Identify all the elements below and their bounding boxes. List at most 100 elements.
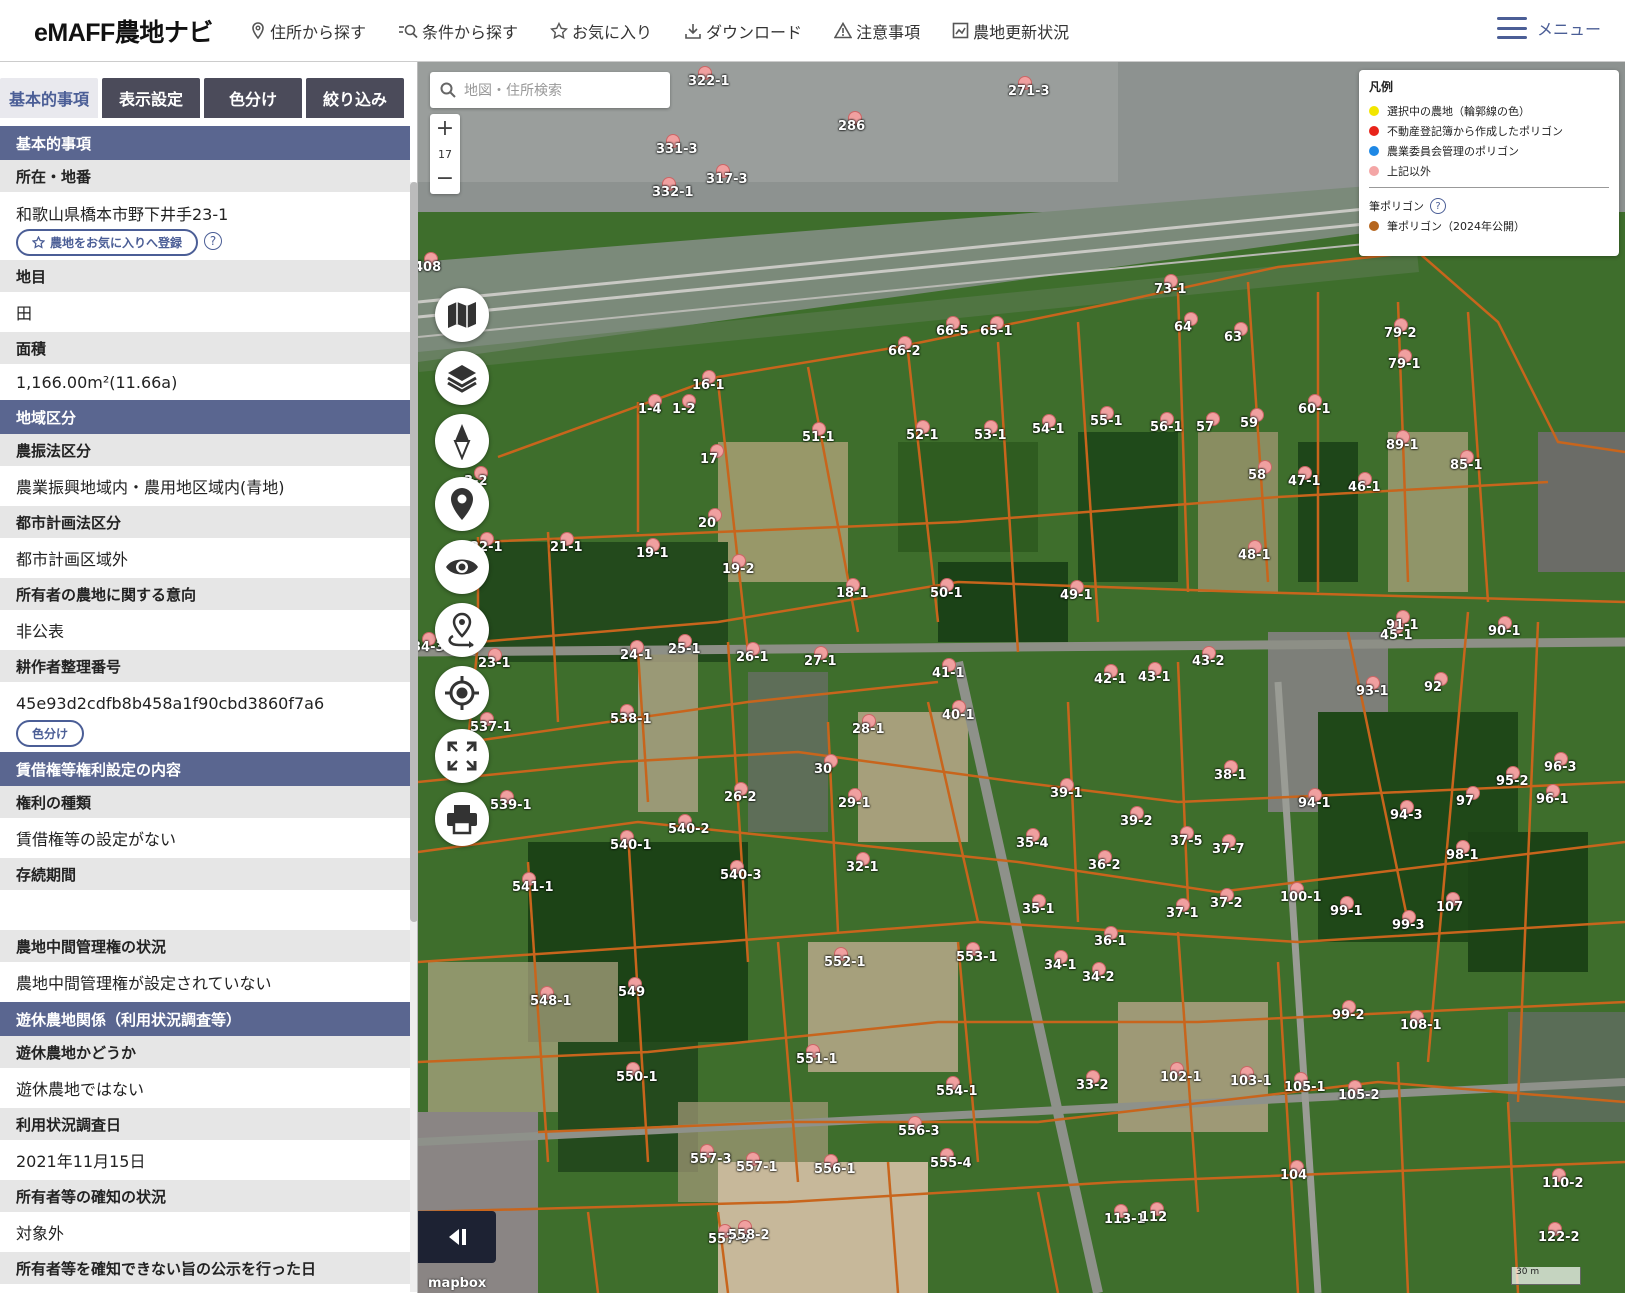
parcel-label[interactable]: 112 bbox=[1140, 1210, 1167, 1225]
tab-filter[interactable]: 絞り込み bbox=[306, 78, 404, 118]
parcel-label[interactable]: 58 bbox=[1248, 468, 1266, 483]
parcel-label[interactable]: 49-1 bbox=[1060, 588, 1093, 603]
tab-color-coding[interactable]: 色分け bbox=[204, 78, 302, 118]
parcel-label[interactable]: 85-1 bbox=[1450, 458, 1483, 473]
collapse-sidebar-button[interactable] bbox=[418, 1211, 496, 1263]
parcel-label[interactable]: 99-2 bbox=[1332, 1008, 1365, 1023]
parcel-label[interactable]: 16-1 bbox=[692, 378, 725, 393]
parcel-label[interactable]: 553-1 bbox=[956, 950, 998, 965]
parcel-label[interactable]: 108-1 bbox=[1400, 1018, 1442, 1033]
parcel-label[interactable]: 408 bbox=[418, 260, 441, 275]
parcel-label[interactable]: 556-3 bbox=[898, 1124, 940, 1139]
sidebar-scrollbar[interactable] bbox=[410, 182, 417, 1292]
parcel-label[interactable]: 556-1 bbox=[814, 1162, 856, 1177]
parcel-label[interactable]: 24-1 bbox=[620, 648, 653, 663]
parcel-label[interactable]: 40-1 bbox=[942, 708, 975, 723]
parcel-label[interactable]: 96-3 bbox=[1544, 760, 1577, 775]
parcel-label[interactable]: 540-2 bbox=[668, 822, 710, 837]
parcel-label[interactable]: 99-1 bbox=[1330, 904, 1363, 919]
parcel-label[interactable]: 94-1 bbox=[1298, 796, 1331, 811]
parcel-label[interactable]: 548-1 bbox=[530, 994, 572, 1009]
nav-download[interactable]: ダウンロード bbox=[684, 19, 802, 43]
parcel-label[interactable]: 53-1 bbox=[974, 428, 1007, 443]
parcel-label[interactable]: 89-1 bbox=[1386, 438, 1419, 453]
help-icon[interactable]: ? bbox=[1430, 198, 1446, 214]
visibility-button[interactable] bbox=[435, 540, 489, 594]
parcel-label[interactable]: 63 bbox=[1224, 330, 1242, 345]
parcel-label[interactable]: 27-1 bbox=[804, 654, 837, 669]
parcel-label[interactable]: 46-1 bbox=[1348, 480, 1381, 495]
nav-search-address[interactable]: 住所から探す bbox=[250, 19, 366, 43]
parcel-label[interactable]: 95-2 bbox=[1496, 774, 1529, 789]
parcel-label[interactable]: 56-1 bbox=[1150, 420, 1183, 435]
parcel-label[interactable]: 37-7 bbox=[1212, 842, 1245, 857]
parcel-label[interactable]: 555-4 bbox=[930, 1156, 972, 1171]
parcel-label[interactable]: 1-2 bbox=[672, 402, 696, 417]
nav-favorites[interactable]: お気に入り bbox=[550, 19, 652, 43]
parcel-label[interactable]: 93-1 bbox=[1356, 684, 1389, 699]
parcel-label[interactable]: 42-1 bbox=[1094, 672, 1127, 687]
parcel-label[interactable]: 60-1 bbox=[1298, 402, 1331, 417]
parcel-label[interactable]: 79-2 bbox=[1384, 326, 1417, 341]
zoom-out-button[interactable]: − bbox=[436, 168, 454, 190]
parcel-label[interactable]: 35-1 bbox=[1022, 902, 1055, 917]
location-button[interactable] bbox=[435, 477, 489, 531]
parcel-label[interactable]: 55-1 bbox=[1090, 414, 1123, 429]
parcel-label[interactable]: 36-1 bbox=[1094, 934, 1127, 949]
parcel-label[interactable]: 110-2 bbox=[1542, 1176, 1584, 1191]
parcel-label[interactable]: 57 bbox=[1196, 420, 1214, 435]
parcel-label[interactable]: 541-1 bbox=[512, 880, 554, 895]
parcel-label[interactable]: 105-2 bbox=[1338, 1088, 1380, 1103]
parcel-label[interactable]: 19-1 bbox=[636, 546, 669, 561]
parcel-label[interactable]: 73-1 bbox=[1154, 282, 1187, 297]
parcel-label[interactable]: 17 bbox=[700, 452, 718, 467]
compass-button[interactable] bbox=[435, 414, 489, 468]
parcel-label[interactable]: 286 bbox=[838, 119, 865, 134]
parcel-label[interactable]: 539-1 bbox=[490, 798, 532, 813]
parcel-label[interactable]: 21-1 bbox=[550, 540, 583, 555]
parcel-label[interactable]: 26-2 bbox=[724, 790, 757, 805]
parcel-label[interactable]: 19-2 bbox=[722, 562, 755, 577]
parcel-label[interactable]: 102-1 bbox=[1160, 1070, 1202, 1085]
parcel-label[interactable]: 34-2 bbox=[1082, 970, 1115, 985]
parcel-label[interactable]: 65-1 bbox=[980, 324, 1013, 339]
parcel-label[interactable]: 98-1 bbox=[1446, 848, 1479, 863]
current-location-button[interactable] bbox=[435, 666, 489, 720]
nav-notices[interactable]: 注意事項 bbox=[834, 19, 920, 43]
favorite-button[interactable]: 農地をお気に入りへ登録 bbox=[16, 228, 199, 256]
parcel-label[interactable]: 29-1 bbox=[838, 796, 871, 811]
parcel-label[interactable]: 551-1 bbox=[796, 1052, 838, 1067]
parcel-label[interactable]: 122-2 bbox=[1538, 1230, 1580, 1245]
parcel-label[interactable]: 100-1 bbox=[1280, 890, 1322, 905]
parcel-label[interactable]: 43-2 bbox=[1192, 654, 1225, 669]
zoom-in-button[interactable]: + bbox=[436, 118, 454, 140]
parcel-label[interactable]: 66-2 bbox=[888, 344, 921, 359]
parcel-label[interactable]: 48-1 bbox=[1238, 548, 1271, 563]
parcel-label[interactable]: 41-1 bbox=[932, 666, 965, 681]
parcel-label[interactable]: 66-5 bbox=[936, 324, 969, 339]
parcel-label[interactable]: 20 bbox=[698, 516, 716, 531]
parcel-label[interactable]: 1-4 bbox=[638, 402, 662, 417]
basemap-button[interactable] bbox=[435, 288, 489, 342]
parcel-label[interactable]: 54-1 bbox=[1032, 422, 1065, 437]
parcel-label[interactable]: 90-1 bbox=[1488, 624, 1521, 639]
parcel-label[interactable]: 28-1 bbox=[852, 722, 885, 737]
parcel-label[interactable]: 331-3 bbox=[656, 142, 698, 157]
parcel-label[interactable]: 25-1 bbox=[668, 642, 701, 657]
parcel-label[interactable]: 557-1 bbox=[736, 1160, 778, 1175]
parcel-label[interactable]: 538-1 bbox=[610, 712, 652, 727]
parcel-label[interactable]: 38-1 bbox=[1214, 768, 1247, 783]
nav-update-status[interactable]: 農地更新状況 bbox=[952, 19, 1069, 43]
parcel-label[interactable]: 322-1 bbox=[688, 74, 730, 89]
parcel-label[interactable]: 79-1 bbox=[1388, 357, 1421, 372]
route-button[interactable] bbox=[435, 603, 489, 657]
parcel-label[interactable]: 32-1 bbox=[846, 860, 879, 875]
parcel-label[interactable]: 35-4 bbox=[1016, 836, 1049, 851]
parcel-label[interactable]: 104 bbox=[1280, 1168, 1307, 1183]
parcel-label[interactable]: 39-2 bbox=[1120, 814, 1153, 829]
parcel-label[interactable]: 96-1 bbox=[1536, 792, 1569, 807]
parcel-label[interactable]: 540-1 bbox=[610, 838, 652, 853]
print-button[interactable] bbox=[435, 792, 489, 846]
color-code-button[interactable]: 色分け bbox=[16, 719, 85, 747]
parcel-label[interactable]: 64 bbox=[1174, 320, 1192, 335]
